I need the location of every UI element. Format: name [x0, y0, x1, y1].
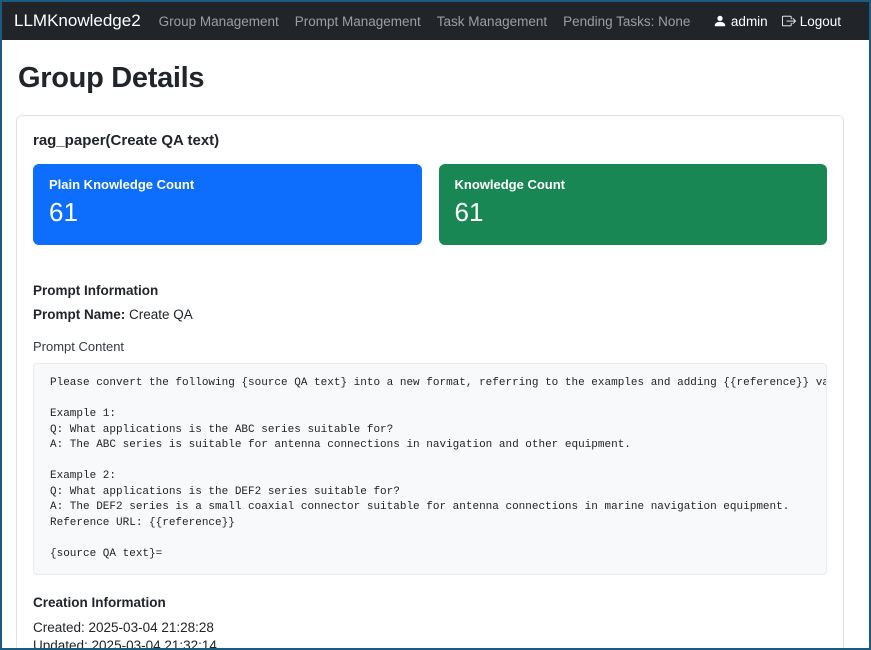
updated-timestamp: Updated: 2025-03-04 21:32:14 — [33, 637, 827, 650]
app-window: LLMKnowledge2 Group Management Prompt Ma… — [0, 0, 871, 650]
prompt-content-label: Prompt Content — [33, 339, 827, 354]
username-label: admin — [731, 14, 768, 29]
nav-item-task-management[interactable]: Task Management — [437, 14, 547, 29]
logout-icon — [782, 14, 796, 28]
knowledge-count-card: Knowledge Count 61 — [439, 164, 828, 245]
page-title: Group Details — [18, 62, 844, 95]
prompt-name-label: Prompt Name: — [33, 307, 125, 322]
logout-label: Logout — [800, 14, 841, 29]
stat-label: Plain Knowledge Count — [49, 177, 406, 193]
nav-item-group-management[interactable]: Group Management — [159, 14, 279, 29]
user-menu[interactable]: admin — [713, 14, 768, 29]
prompt-content: Please convert the following {source QA … — [33, 363, 827, 575]
prompt-information-heading: Prompt Information — [33, 283, 827, 298]
logout-link[interactable]: Logout — [782, 14, 841, 29]
plain-knowledge-count-card: Plain Knowledge Count 61 — [33, 164, 422, 245]
group-details-card: rag_paper(Create QA text) Plain Knowledg… — [16, 115, 844, 650]
nav-links: Group Management Prompt Management Task … — [159, 14, 713, 29]
stat-value: 61 — [49, 199, 406, 225]
nav-item-pending-tasks[interactable]: Pending Tasks: None — [563, 14, 690, 29]
prompt-name-line: Prompt Name: Create QA — [33, 307, 827, 322]
prompt-name-value: Create QA — [129, 307, 193, 322]
nav-item-prompt-management[interactable]: Prompt Management — [295, 14, 421, 29]
main-content: Group Details rag_paper(Create QA text) … — [2, 40, 869, 650]
navbar-brand[interactable]: LLMKnowledge2 — [14, 11, 141, 31]
navbar-right: admin Logout — [713, 14, 841, 29]
stat-label: Knowledge Count — [455, 177, 812, 193]
stat-value: 61 — [455, 199, 812, 225]
group-name-title: rag_paper(Create QA text) — [33, 132, 827, 149]
stats-row: Plain Knowledge Count 61 Knowledge Count… — [33, 164, 827, 245]
creation-information-heading: Creation Information — [33, 595, 827, 610]
person-icon — [713, 14, 727, 28]
navbar: LLMKnowledge2 Group Management Prompt Ma… — [2, 2, 869, 40]
created-timestamp: Created: 2025-03-04 21:28:28 — [33, 619, 827, 637]
